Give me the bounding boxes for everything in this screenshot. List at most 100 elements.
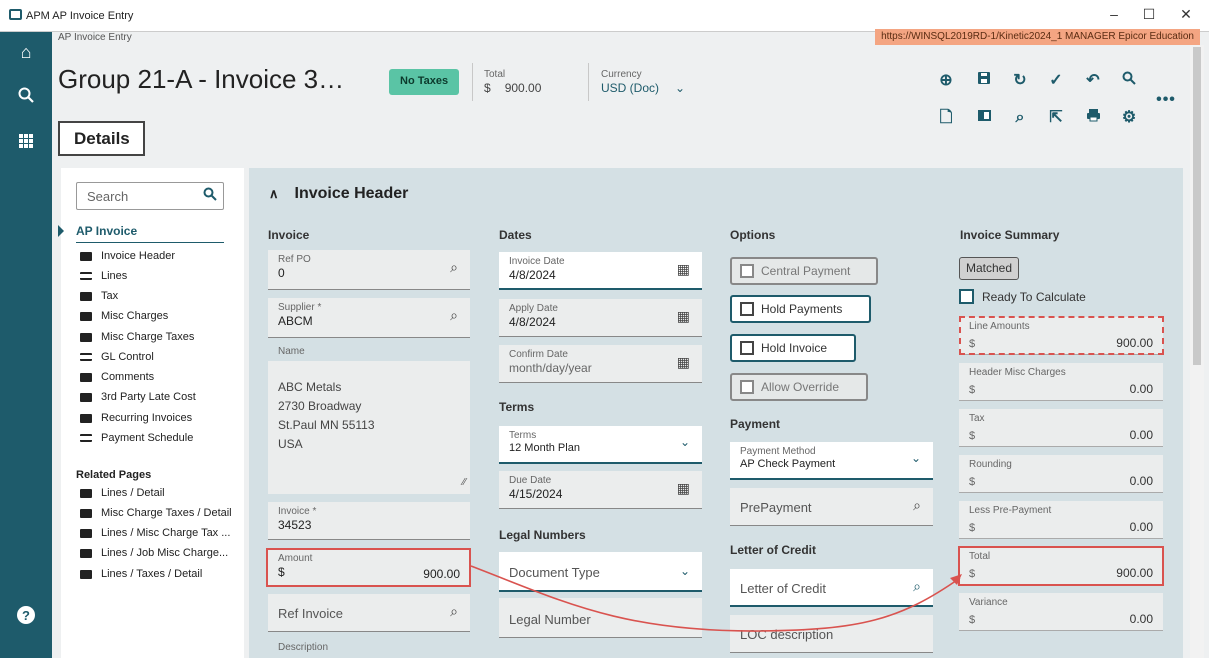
save-icon[interactable]	[974, 71, 994, 91]
address-textarea[interactable]: ABC Metals 2730 Broadway St.Paul MN 5511…	[268, 361, 470, 494]
lookup-icon[interactable]: ⌕	[450, 307, 458, 324]
refresh-icon[interactable]: ↻	[1010, 71, 1030, 91]
apps-grid-icon[interactable]	[14, 131, 38, 155]
header-currency[interactable]: Currency USD (Doc) ⌄	[601, 69, 685, 95]
nav-item-ap-invoice[interactable]: AP Invoice	[76, 224, 137, 238]
nav-item-recurring-invoices[interactable]: Recurring Invoices	[80, 412, 192, 424]
calendar-icon[interactable]: ▦	[677, 480, 690, 497]
add-new-icon[interactable]: ⊕	[936, 71, 956, 91]
maximize-button[interactable]: ☐	[1139, 6, 1159, 23]
lookup-icon[interactable]: ⌕	[913, 578, 921, 595]
invoice-date-field[interactable]: Invoice Date 4/8/2024 ▦	[499, 252, 702, 290]
home-icon[interactable]: ⌂	[14, 40, 38, 64]
field-label: Invoice Date	[509, 256, 565, 267]
allow-override-checkbox[interactable]: Allow Override	[730, 373, 868, 401]
close-button[interactable]: ✕	[1176, 6, 1196, 23]
rounding-field[interactable]: Rounding $ 0.00	[959, 455, 1163, 493]
nav-item-misc-charge-taxes[interactable]: Misc Charge Taxes	[80, 331, 194, 343]
lookup-icon[interactable]: ⌕	[913, 497, 921, 514]
related-item-misc-charge-taxes-detail[interactable]: Misc Charge Taxes / Detail	[80, 507, 232, 519]
resize-handle-icon[interactable]: ⁄⁄	[463, 474, 466, 492]
search-input[interactable]: Search	[76, 182, 224, 210]
nav-item-payment-schedule[interactable]: Payment Schedule	[80, 432, 193, 444]
field-value: 34523	[278, 518, 312, 532]
letter-of-credit-field[interactable]: Letter of Credit ⌕	[730, 569, 933, 607]
related-item-lines-taxes-detail[interactable]: Lines / Taxes / Detail	[80, 568, 202, 580]
related-item-lines-job-misc-charge[interactable]: Lines / Job Misc Charge...	[80, 547, 228, 559]
central-payment-checkbox[interactable]: Central Payment	[730, 257, 878, 285]
nav-item-label: Payment Schedule	[101, 432, 194, 444]
lookup-icon[interactable]: ⌕	[450, 259, 458, 276]
nav-item-lines[interactable]: Lines	[80, 270, 127, 282]
print-icon[interactable]	[1083, 108, 1103, 128]
related-item-lines-detail[interactable]: Lines / Detail	[80, 487, 165, 499]
help-icon[interactable]: ?	[14, 605, 38, 629]
nav-item-gl-control[interactable]: GL Control	[80, 351, 154, 363]
calendar-icon[interactable]: ▦	[677, 354, 690, 371]
nav-item-invoice-header[interactable]: Invoice Header	[80, 250, 175, 262]
loc-description-field[interactable]: LOC description	[730, 615, 933, 653]
invoice-number-field[interactable]: Invoice * 34523	[268, 502, 470, 540]
calendar-icon[interactable]: ▦	[677, 308, 690, 325]
name-label: Name	[278, 346, 305, 357]
field-value: 0.00	[1129, 382, 1153, 396]
chevron-down-icon[interactable]: ⌄	[680, 435, 690, 449]
field-value: 0	[278, 266, 285, 280]
clear-brush-icon[interactable]: ✓	[1046, 71, 1066, 91]
variance-field[interactable]: Variance $ 0.00	[959, 593, 1163, 631]
related-item-lines-misc-charge-tax[interactable]: Lines / Misc Charge Tax ...	[80, 527, 230, 539]
header-misc-charges-field[interactable]: Header Misc Charges $ 0.00	[959, 363, 1163, 401]
nav-item-comments[interactable]: Comments	[80, 371, 154, 383]
ready-to-calculate-checkbox[interactable]: Ready To Calculate	[959, 289, 1086, 304]
scrollbar-thumb[interactable]	[1193, 47, 1201, 365]
nav-item-tax[interactable]: Tax	[80, 290, 118, 302]
stack-icon	[80, 548, 92, 558]
settings-gears-icon[interactable]: ⚙	[1119, 108, 1139, 128]
related-item-label: Lines / Misc Charge Tax ...	[101, 527, 231, 539]
scrollbar[interactable]	[1190, 45, 1204, 658]
form-icon	[80, 372, 92, 382]
nav-item-3rd-party-late-cost[interactable]: 3rd Party Late Cost	[80, 391, 196, 403]
more-options-icon[interactable]: •••	[1156, 90, 1176, 110]
terms-select[interactable]: Terms 12 Month Plan ⌄	[499, 426, 702, 464]
section-header[interactable]: ∧ Invoice Header	[269, 185, 408, 203]
less-prepayment-field[interactable]: Less Pre-Payment $ 0.00	[959, 501, 1163, 539]
supplier-field[interactable]: Supplier * ABCM ⌕	[268, 298, 470, 338]
nav-item-misc-charges[interactable]: Misc Charges	[80, 310, 168, 322]
due-date-field[interactable]: Due Date 4/15/2024 ▦	[499, 471, 702, 509]
ref-invoice-field[interactable]: Ref Invoice ⌕	[268, 594, 470, 632]
details-button[interactable]: Details	[58, 121, 145, 156]
field-placeholder: PrePayment	[740, 500, 812, 515]
chevron-up-icon[interactable]: ∧	[269, 186, 279, 202]
document-type-select[interactable]: Document Type ⌄	[499, 552, 702, 592]
ref-po-field[interactable]: Ref PO 0 ⌕	[268, 250, 470, 290]
open-external-icon[interactable]: ⇱	[1046, 108, 1066, 128]
chevron-down-icon[interactable]: ⌄	[911, 451, 921, 465]
search-icon[interactable]	[203, 187, 217, 204]
minimize-button[interactable]: –	[1104, 6, 1124, 22]
legal-number-field[interactable]: Legal Number	[499, 598, 702, 638]
field-label: Payment Method	[740, 446, 816, 457]
find-icon[interactable]	[1119, 71, 1139, 91]
attachment-icon[interactable]: ⌕	[1010, 108, 1030, 128]
breadcrumb[interactable]: AP Invoice Entry	[58, 32, 132, 43]
undo-icon[interactable]: ↶	[1083, 71, 1103, 91]
matched-button[interactable]: Matched	[959, 257, 1020, 280]
field-label: Ref PO	[278, 254, 311, 265]
new-document-icon[interactable]: 🗋	[936, 108, 956, 128]
calendar-icon[interactable]: ▦	[677, 261, 690, 278]
chevron-down-icon[interactable]: ⌄	[675, 81, 685, 95]
confirm-date-field[interactable]: Confirm Date month/day/year ▦	[499, 345, 702, 383]
server-url-banner: https://WINSQL2019RD-1/Kinetic2024_1 MAN…	[875, 29, 1200, 45]
hold-invoice-checkbox[interactable]: Hold Invoice	[730, 334, 856, 362]
tax-field[interactable]: Tax $ 0.00	[959, 409, 1163, 447]
address-line: St.Paul MN 55113	[278, 418, 375, 432]
panel-icon[interactable]	[974, 108, 994, 128]
hold-payments-checkbox[interactable]: Hold Payments	[730, 295, 871, 323]
apply-date-field[interactable]: Apply Date 4/8/2024 ▦	[499, 299, 702, 337]
prepayment-field[interactable]: PrePayment ⌕	[730, 488, 933, 526]
chevron-down-icon[interactable]: ⌄	[680, 564, 690, 578]
search-icon[interactable]	[14, 86, 38, 110]
payment-method-select[interactable]: Payment Method AP Check Payment ⌄	[730, 442, 933, 480]
lookup-icon[interactable]: ⌕	[450, 603, 458, 620]
